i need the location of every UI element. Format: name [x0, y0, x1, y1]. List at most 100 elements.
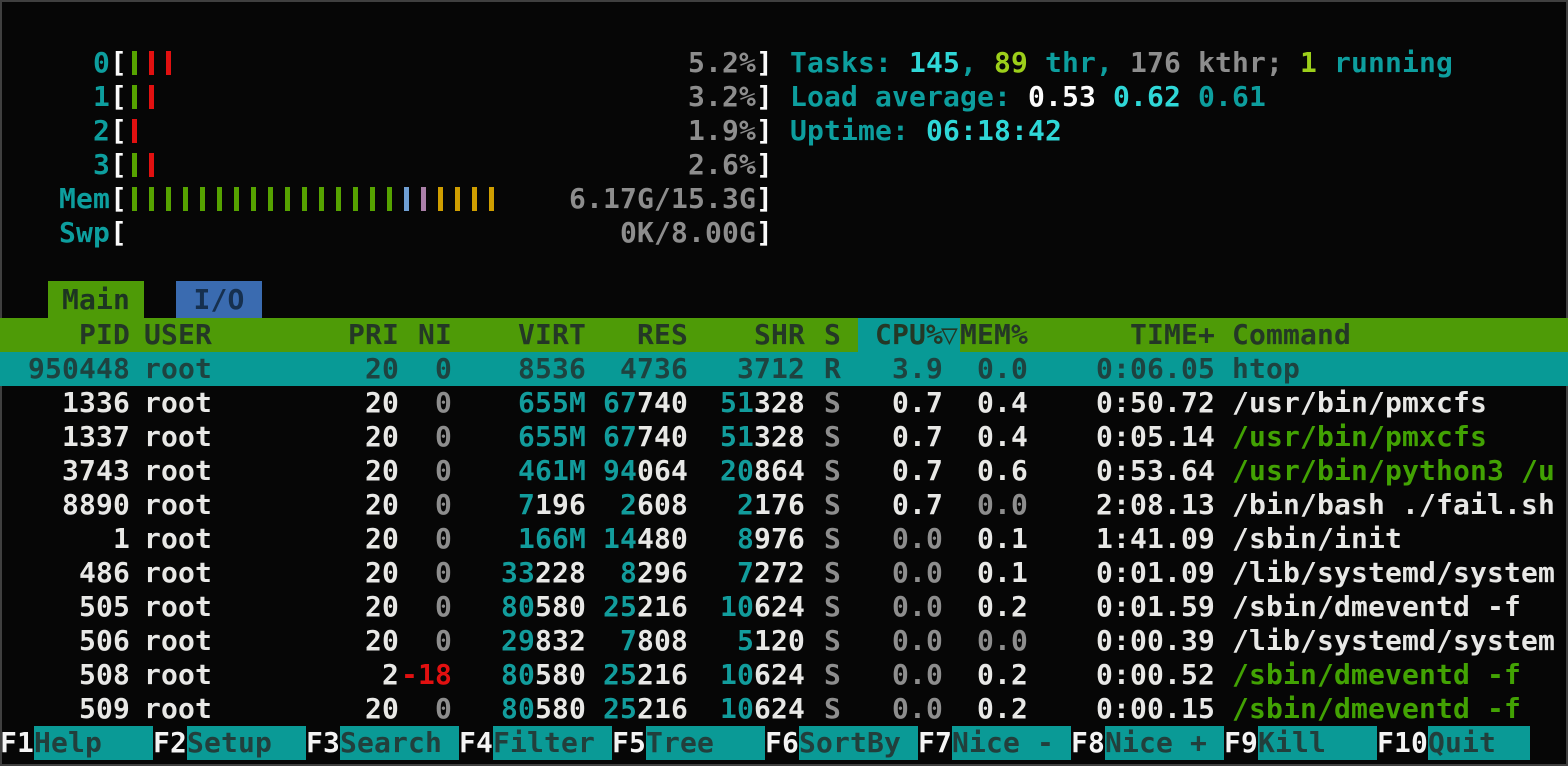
cell-res: 25216	[603, 658, 688, 692]
column-header-shr[interactable]: SHR	[754, 318, 805, 352]
text-segment: 0.0	[977, 488, 1028, 521]
cell-pid: 505	[79, 590, 130, 624]
fkey-label-tree[interactable]: Tree	[646, 726, 765, 760]
fkey-f3[interactable]: F3	[306, 726, 340, 760]
fkey-f7[interactable]: F7	[918, 726, 952, 760]
text-segment: S	[824, 522, 841, 555]
process-row[interactable]: 506root2002983278085120S0.00.00:00.39/li…	[0, 624, 1568, 658]
cell-res: 4736	[620, 352, 688, 386]
fkey-label-nice[interactable]: Nice +	[1105, 726, 1224, 760]
text-segment: 228	[535, 556, 586, 589]
column-header-virt[interactable]: VIRT	[518, 318, 586, 352]
text-segment: 655M	[518, 420, 586, 453]
fkey-label-filter[interactable]: Filter	[493, 726, 612, 760]
meter-value: 3.2%	[688, 80, 756, 114]
cell-ni: 0	[435, 488, 452, 522]
cell-mem: 0.0	[977, 624, 1028, 658]
text-segment: 0	[435, 352, 452, 385]
text-segment: root	[144, 692, 212, 725]
text-segment: 14	[603, 522, 637, 555]
process-row[interactable]: 1root200166M144808976S0.00.11:41.09/sbin…	[0, 522, 1568, 556]
fkey-label-help[interactable]: Help	[34, 726, 153, 760]
process-row[interactable]: 505root200805802521610624S0.00.20:01.59/…	[0, 590, 1568, 624]
text-segment: 0:06.05	[1096, 352, 1215, 385]
text-segment: 7	[737, 556, 754, 589]
column-header-cmd[interactable]: Command	[1232, 318, 1351, 352]
tab-io[interactable]: I/O	[176, 281, 262, 318]
fkey-label-search[interactable]: Search	[340, 726, 459, 760]
text-segment: 0.0	[977, 352, 1028, 385]
cell-virt: 80580	[501, 590, 586, 624]
cell-cmd: /usr/bin/python3 /u	[1232, 454, 1555, 488]
cell-pri: 20	[365, 454, 399, 488]
process-row[interactable]: 1337root200655M6774051328S0.70.40:05.14/…	[0, 420, 1568, 454]
cell-mem: 0.0	[977, 488, 1028, 522]
cell-time: 0:50.72	[1096, 386, 1215, 420]
cell-cmd: /sbin/dmeventd -f	[1232, 658, 1521, 692]
fkey-f1[interactable]: F1	[0, 726, 34, 760]
tab-main[interactable]: Main	[48, 281, 144, 318]
cell-ni: 0	[435, 624, 452, 658]
process-row[interactable]: 508root2-18805802521610624S0.00.20:00.52…	[0, 658, 1568, 692]
text-segment: 508	[79, 658, 130, 691]
cell-shr: 5120	[737, 624, 805, 658]
process-row[interactable]: 8890root200719626082176S0.70.02:08.13/bi…	[0, 488, 1568, 522]
text-segment: 0.0	[892, 522, 943, 555]
process-row[interactable]: 509root200805802521610624S0.00.20:00.15/…	[0, 692, 1568, 726]
cell-user: root	[144, 692, 212, 726]
column-header-res[interactable]: RES	[637, 318, 688, 352]
text-segment: 272	[754, 556, 805, 589]
column-header-ni[interactable]: NI	[418, 318, 452, 352]
cell-s: S	[824, 488, 841, 522]
cell-s: S	[824, 522, 841, 556]
meter-tick-blue	[404, 187, 409, 211]
cell-s: S	[824, 386, 841, 420]
column-header-cpu[interactable]: CPU%	[875, 318, 943, 352]
column-header-mem[interactable]: MEM%	[960, 318, 1028, 352]
column-header-pri[interactable]: PRI	[348, 318, 399, 352]
cell-s: R	[824, 352, 841, 386]
text-segment: 608	[637, 488, 688, 521]
column-header-time[interactable]: TIME+	[1130, 318, 1215, 352]
fkey-f5[interactable]: F5	[612, 726, 646, 760]
column-header-user[interactable]: USER	[144, 318, 212, 352]
text-segment: 3743	[62, 454, 130, 487]
column-header-s[interactable]: S	[824, 318, 841, 352]
cell-ni: 0	[435, 522, 452, 556]
text-segment: 20	[365, 556, 399, 589]
meter-label: Swp	[8, 216, 110, 250]
cell-virt: 80580	[501, 692, 586, 726]
fkey-f6[interactable]: F6	[765, 726, 799, 760]
fkey-f2[interactable]: F2	[153, 726, 187, 760]
meter-tick-green	[336, 187, 341, 211]
fkey-label-sortby[interactable]: SortBy	[799, 726, 918, 760]
cell-mem: 0.6	[977, 454, 1028, 488]
process-row[interactable]: 3743root200461M9406420864S0.70.60:53.64/…	[0, 454, 1568, 488]
text-segment: S	[824, 420, 841, 453]
cell-user: root	[144, 352, 212, 386]
meter-tick-green	[370, 187, 375, 211]
text-segment: thr	[1028, 46, 1096, 79]
cell-cmd: htop	[1232, 352, 1300, 386]
process-row[interactable]: 1336root200655M6774051328S0.70.40:50.72/…	[0, 386, 1568, 420]
fkey-f8[interactable]: F8	[1071, 726, 1105, 760]
text-segment: S	[824, 454, 841, 487]
cell-cmd: /usr/bin/pmxcfs	[1232, 420, 1487, 454]
column-header-pid[interactable]: PID	[79, 318, 130, 352]
process-row[interactable]: 950448root200853647363712R3.90.00:06.05h…	[0, 352, 1568, 386]
fkey-f4[interactable]: F4	[459, 726, 493, 760]
text-segment: 67	[603, 386, 637, 419]
text-segment: 20	[365, 386, 399, 419]
fkey-label-quit[interactable]: Quit	[1428, 726, 1530, 760]
fkey-label-nice[interactable]: Nice -	[952, 726, 1071, 760]
meter-close-bracket: ]	[756, 80, 773, 114]
fkey-f9[interactable]: F9	[1224, 726, 1258, 760]
meter-open-bracket: [	[110, 182, 127, 216]
fkey-label-kill[interactable]: Kill	[1258, 726, 1377, 760]
fkey-f10[interactable]: F10	[1377, 726, 1428, 760]
fkey-label-setup[interactable]: Setup	[187, 726, 306, 760]
meter-label: 1	[8, 80, 110, 114]
cell-ni: 0	[435, 454, 452, 488]
cell-res: 67740	[603, 386, 688, 420]
process-row[interactable]: 486root2003322882967272S0.00.10:01.09/li…	[0, 556, 1568, 590]
